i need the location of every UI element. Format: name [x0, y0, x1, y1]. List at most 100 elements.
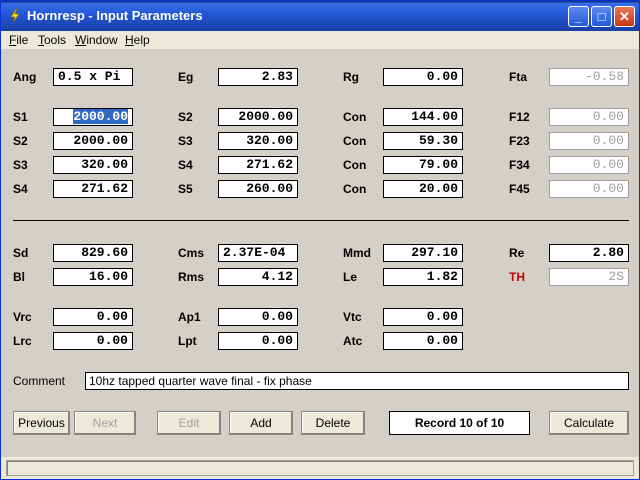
f45-label: F45: [509, 182, 530, 196]
con4-field[interactable]: 20.00: [383, 180, 463, 198]
vtc-field[interactable]: 0.00: [383, 308, 463, 326]
s1-value: 2000.00: [73, 109, 128, 124]
menu-file[interactable]: File: [9, 33, 28, 47]
menu-window-label: indow: [86, 33, 118, 47]
s3-label: S3: [178, 134, 193, 148]
app-lightning-icon: [10, 8, 20, 24]
con1-field[interactable]: 144.00: [383, 108, 463, 126]
cms-label: Cms: [178, 246, 205, 260]
comment-label: Comment: [13, 374, 66, 388]
fta-label: Fta: [509, 70, 527, 84]
cms-field[interactable]: 2.37E-04: [218, 244, 298, 262]
rms-field[interactable]: 4.12: [218, 268, 298, 286]
s2-row2-label: S2: [13, 134, 28, 148]
edit-button: Edit: [157, 411, 221, 435]
eg-field[interactable]: 2.83: [218, 68, 298, 86]
f45-field: 0.00: [549, 180, 629, 198]
s3-row3-label: S3: [13, 158, 28, 172]
eg-label: Eg: [178, 70, 194, 84]
menu-file-label: ile: [16, 33, 29, 47]
f12-label: F12: [509, 110, 530, 124]
delete-button[interactable]: Delete: [301, 411, 365, 435]
vrc-field[interactable]: 0.00: [53, 308, 133, 326]
s4-field[interactable]: 271.62: [218, 156, 298, 174]
add-button[interactable]: Add: [229, 411, 293, 435]
le-label: Le: [343, 270, 358, 284]
f23-label: F23: [509, 134, 530, 148]
menu-tools[interactable]: Tools: [38, 33, 66, 47]
th-field: 2S: [549, 268, 629, 286]
lrc-field[interactable]: 0.00: [53, 332, 133, 350]
con1-label: Con: [343, 110, 367, 124]
atc-label: Atc: [343, 334, 363, 348]
parameters-panel: Ang 0.5 x Pi Eg 2.83 Rg 0.00 Fta -0.58 S…: [1, 49, 639, 457]
s4-row4-field[interactable]: 271.62: [53, 180, 133, 198]
rg-label: Rg: [343, 70, 359, 84]
menu-window[interactable]: Window: [75, 33, 118, 47]
s3-row3-field[interactable]: 320.00: [53, 156, 133, 174]
s5-label: S5: [178, 182, 193, 196]
maximize-button[interactable]: □: [591, 6, 612, 27]
menu-window-mnemonic: W: [75, 33, 87, 47]
record-indicator: Record 10 of 10: [389, 411, 530, 435]
comment-field[interactable]: 10hz tapped quarter wave final - fix pha…: [85, 372, 629, 390]
menu-help-label: elp: [133, 33, 150, 47]
minimize-button[interactable]: _: [568, 6, 589, 27]
window-title: Hornresp - Input Parameters: [27, 8, 203, 23]
ap1-field[interactable]: 0.00: [218, 308, 298, 326]
next-button: Next: [74, 411, 136, 435]
f34-label: F34: [509, 158, 530, 172]
mmd-label: Mmd: [343, 246, 371, 260]
ap1-label: Ap1: [178, 310, 201, 324]
bl-field[interactable]: 16.00: [53, 268, 133, 286]
re-field[interactable]: 2.80: [549, 244, 629, 262]
le-field[interactable]: 1.82: [383, 268, 463, 286]
s3-field[interactable]: 320.00: [218, 132, 298, 150]
s4-label: S4: [178, 158, 193, 172]
close-button[interactable]: ✕: [614, 6, 635, 27]
con2-field[interactable]: 59.30: [383, 132, 463, 150]
bl-label: Bl: [13, 270, 25, 284]
lpt-field[interactable]: 0.00: [218, 332, 298, 350]
lpt-label: Lpt: [178, 334, 197, 348]
th-label: TH: [509, 270, 525, 284]
status-bar: [1, 457, 639, 479]
mmd-field[interactable]: 297.10: [383, 244, 463, 262]
ang-field[interactable]: 0.5 x Pi: [53, 68, 133, 86]
title-bar[interactable]: Hornresp - Input Parameters _ □ ✕: [1, 1, 639, 31]
con4-label: Con: [343, 182, 367, 196]
atc-field[interactable]: 0.00: [383, 332, 463, 350]
vrc-label: Vrc: [13, 310, 32, 324]
vtc-label: Vtc: [343, 310, 362, 324]
f34-field: 0.00: [549, 156, 629, 174]
menu-bar: File Tools Window Help: [1, 31, 639, 49]
rg-field[interactable]: 0.00: [383, 68, 463, 86]
s1-label: S1: [13, 110, 28, 124]
main-window: Hornresp - Input Parameters _ □ ✕ File T…: [0, 0, 640, 480]
re-label: Re: [509, 246, 525, 260]
menu-help-mnemonic: H: [125, 33, 134, 47]
s5-field[interactable]: 260.00: [218, 180, 298, 198]
s2-label: S2: [178, 110, 193, 124]
s2-field[interactable]: 2000.00: [218, 108, 298, 126]
calculate-button[interactable]: Calculate: [549, 411, 629, 435]
menu-help[interactable]: Help: [125, 33, 150, 47]
lrc-label: Lrc: [13, 334, 32, 348]
ang-label: Ang: [13, 70, 37, 84]
sd-field[interactable]: 829.60: [53, 244, 133, 262]
rms-label: Rms: [178, 270, 205, 284]
menu-tools-label: ools: [44, 33, 67, 47]
sd-label: Sd: [13, 246, 29, 260]
con3-field[interactable]: 79.00: [383, 156, 463, 174]
s2-row2-field[interactable]: 2000.00: [53, 132, 133, 150]
s4-row4-label: S4: [13, 182, 28, 196]
fta-field: -0.58: [549, 68, 629, 86]
con2-label: Con: [343, 134, 367, 148]
f12-field: 0.00: [549, 108, 629, 126]
f23-field: 0.00: [549, 132, 629, 150]
section-divider: [13, 220, 629, 221]
con3-label: Con: [343, 158, 367, 172]
previous-button[interactable]: Previous: [13, 411, 70, 435]
s1-field[interactable]: 2000.00: [53, 108, 133, 126]
status-pane: [6, 460, 634, 476]
